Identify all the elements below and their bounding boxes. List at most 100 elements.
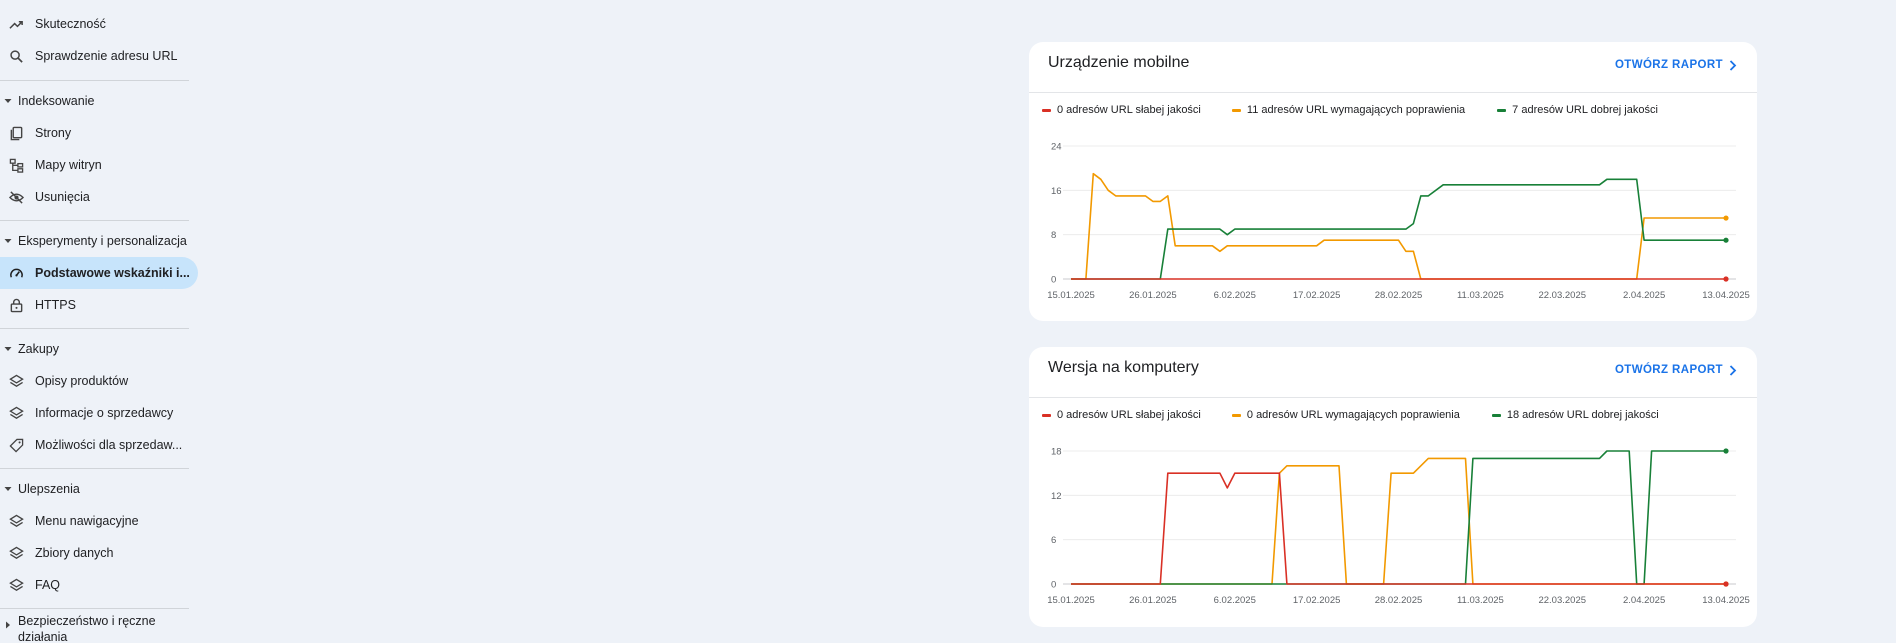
x-tick-label: 2.04.2025 bbox=[1623, 595, 1665, 606]
series-line bbox=[1071, 457, 1726, 585]
sidebar-item-label: Menu nawigacyjne bbox=[35, 514, 139, 528]
caret-down-icon bbox=[4, 237, 12, 245]
sidebar-item-label: Sprawdzenie adresu URL bbox=[35, 49, 178, 63]
x-tick-label: 6.02.2025 bbox=[1214, 595, 1256, 606]
x-tick-label: 28.02.2025 bbox=[1375, 595, 1423, 606]
divider bbox=[0, 220, 189, 221]
sidebar-item-url-inspection[interactable]: Sprawdzenie adresu URL bbox=[0, 40, 177, 72]
caret-down-icon bbox=[4, 485, 12, 493]
section-indexing[interactable]: Indeksowanie bbox=[0, 87, 94, 115]
lock-icon bbox=[8, 297, 24, 313]
sidebar-item-label: Opisy produktów bbox=[35, 374, 129, 388]
sidebar-item-label: Strony bbox=[35, 126, 72, 140]
section-title: Eksperymenty i personalizacja bbox=[18, 234, 187, 248]
sidebar-item-label: Informacje o sprzedawcy bbox=[35, 406, 174, 420]
section-security[interactable]: Bezpieczeństwo i ręczne działania bbox=[0, 613, 156, 643]
search-icon bbox=[8, 48, 24, 64]
y-tick-label: 24 bbox=[1051, 142, 1062, 153]
layers-icon bbox=[8, 577, 24, 593]
layers-icon bbox=[8, 513, 24, 529]
divider bbox=[0, 80, 189, 81]
sidebar-item-label: HTTPS bbox=[35, 298, 76, 312]
sidebar-item-core-web-vitals[interactable]: Podstawowe wskaźniki i... bbox=[0, 257, 198, 289]
sidebar-item-label: FAQ bbox=[35, 578, 61, 592]
x-tick-label: 28.02.2025 bbox=[1375, 290, 1423, 301]
series-line bbox=[1071, 172, 1726, 280]
caret-down-icon bbox=[4, 345, 12, 353]
section-title: Indeksowanie bbox=[18, 94, 95, 108]
caret-right-icon bbox=[4, 613, 12, 643]
divider bbox=[0, 468, 189, 469]
report-card-desktop: Wersja na komputery OTWÓRZ RAPORT 0 adre… bbox=[1029, 347, 1757, 627]
x-tick-label: 15.01.2025 bbox=[1047, 290, 1095, 301]
sidebar-item-product-snippets[interactable]: Opisy produktów bbox=[0, 365, 128, 397]
series-line bbox=[1071, 472, 1726, 585]
x-tick-label: 26.01.2025 bbox=[1129, 595, 1177, 606]
series-end-point bbox=[1723, 215, 1729, 221]
caret-down-icon bbox=[4, 97, 12, 105]
series-end-point bbox=[1723, 276, 1729, 282]
sidebar-item-breadcrumbs[interactable]: Menu nawigacyjne bbox=[0, 505, 139, 537]
layers-icon bbox=[8, 545, 24, 561]
sidebar-item-sitemaps[interactable]: Mapy witryn bbox=[0, 149, 102, 181]
sidebar-item-performance[interactable]: Skuteczność bbox=[0, 8, 106, 40]
sitemap-icon bbox=[8, 157, 24, 173]
x-tick-label: 13.04.2025 bbox=[1702, 290, 1750, 301]
layers-icon bbox=[8, 405, 24, 421]
x-tick-label: 2.04.2025 bbox=[1623, 290, 1665, 301]
series-line bbox=[1071, 450, 1726, 585]
pages-icon bbox=[8, 125, 24, 141]
x-tick-label: 15.01.2025 bbox=[1047, 595, 1095, 606]
x-tick-label: 26.01.2025 bbox=[1129, 290, 1177, 301]
sidebar-item-label: Mapy witryn bbox=[35, 158, 102, 172]
y-tick-label: 12 bbox=[1051, 491, 1062, 502]
x-tick-label: 22.03.2025 bbox=[1538, 595, 1586, 606]
section-title: Ulepszenia bbox=[18, 482, 80, 496]
y-tick-label: 18 bbox=[1051, 447, 1062, 458]
divider bbox=[0, 608, 189, 609]
section-title-line1: Bezpieczeństwo i ręczne bbox=[18, 614, 156, 628]
section-shopping[interactable]: Zakupy bbox=[0, 335, 59, 363]
x-tick-label: 17.02.2025 bbox=[1293, 290, 1341, 301]
x-tick-label: 6.02.2025 bbox=[1214, 290, 1256, 301]
sidebar-item-label: Usunięcia bbox=[35, 190, 90, 204]
x-tick-label: 11.03.2025 bbox=[1457, 290, 1504, 301]
sidebar: Skuteczność Sprawdzenie adresu URL Indek… bbox=[0, 0, 200, 643]
series-end-point bbox=[1723, 237, 1729, 243]
report-card-mobile: Urządzenie mobilne OTWÓRZ RAPORT 0 adres… bbox=[1029, 42, 1757, 321]
section-title: Zakupy bbox=[18, 342, 59, 356]
x-tick-label: 17.02.2025 bbox=[1293, 595, 1341, 606]
sidebar-item-label: Skuteczność bbox=[35, 17, 106, 31]
section-enhancements[interactable]: Ulepszenia bbox=[0, 475, 80, 503]
y-tick-label: 0 bbox=[1051, 275, 1056, 286]
y-tick-label: 0 bbox=[1051, 580, 1056, 591]
divider bbox=[0, 328, 189, 329]
chart-mobile: 0 8 16 24 15.01.2025 26.01.2025 6.02.2025 17.02… bbox=[1047, 142, 1750, 302]
sidebar-item-label: Zbiory danych bbox=[35, 546, 114, 560]
sidebar-item-merchant-info[interactable]: Informacje o sprzedawcy bbox=[0, 397, 173, 429]
series-end-point bbox=[1723, 581, 1729, 587]
speed-icon bbox=[8, 265, 24, 281]
chart-desktop: 0 6 12 18 15.01.2025 26.01.2025 6.02.2025 17.02… bbox=[1047, 447, 1750, 607]
series-end-point bbox=[1723, 448, 1729, 454]
sidebar-item-faq[interactable]: FAQ bbox=[0, 569, 60, 601]
y-tick-label: 8 bbox=[1051, 230, 1056, 241]
section-title-line2: działania bbox=[18, 630, 68, 643]
tag-icon bbox=[8, 437, 24, 453]
series-line bbox=[1071, 178, 1726, 280]
y-tick-label: 16 bbox=[1051, 186, 1062, 197]
x-tick-label: 22.03.2025 bbox=[1538, 290, 1586, 301]
sidebar-item-datasets[interactable]: Zbiory danych bbox=[0, 537, 114, 569]
sidebar-item-removals[interactable]: Usunięcia bbox=[0, 181, 90, 213]
sidebar-item-https[interactable]: HTTPS bbox=[0, 289, 76, 321]
section-experiments[interactable]: Eksperymenty i personalizacja bbox=[0, 227, 187, 255]
eye-off-icon bbox=[8, 189, 24, 205]
sidebar-item-label: Podstawowe wskaźniki i... bbox=[35, 266, 190, 280]
x-tick-label: 13.04.2025 bbox=[1702, 595, 1750, 606]
x-tick-label: 11.03.2025 bbox=[1457, 595, 1504, 606]
trending-up-icon bbox=[8, 16, 24, 32]
sidebar-item-pages[interactable]: Strony bbox=[0, 117, 71, 149]
y-tick-label: 6 bbox=[1051, 535, 1056, 546]
sidebar-item-label: Możliwości dla sprzedaw... bbox=[35, 438, 183, 452]
sidebar-item-merchant-opportunities[interactable]: Możliwości dla sprzedaw... bbox=[0, 429, 182, 461]
